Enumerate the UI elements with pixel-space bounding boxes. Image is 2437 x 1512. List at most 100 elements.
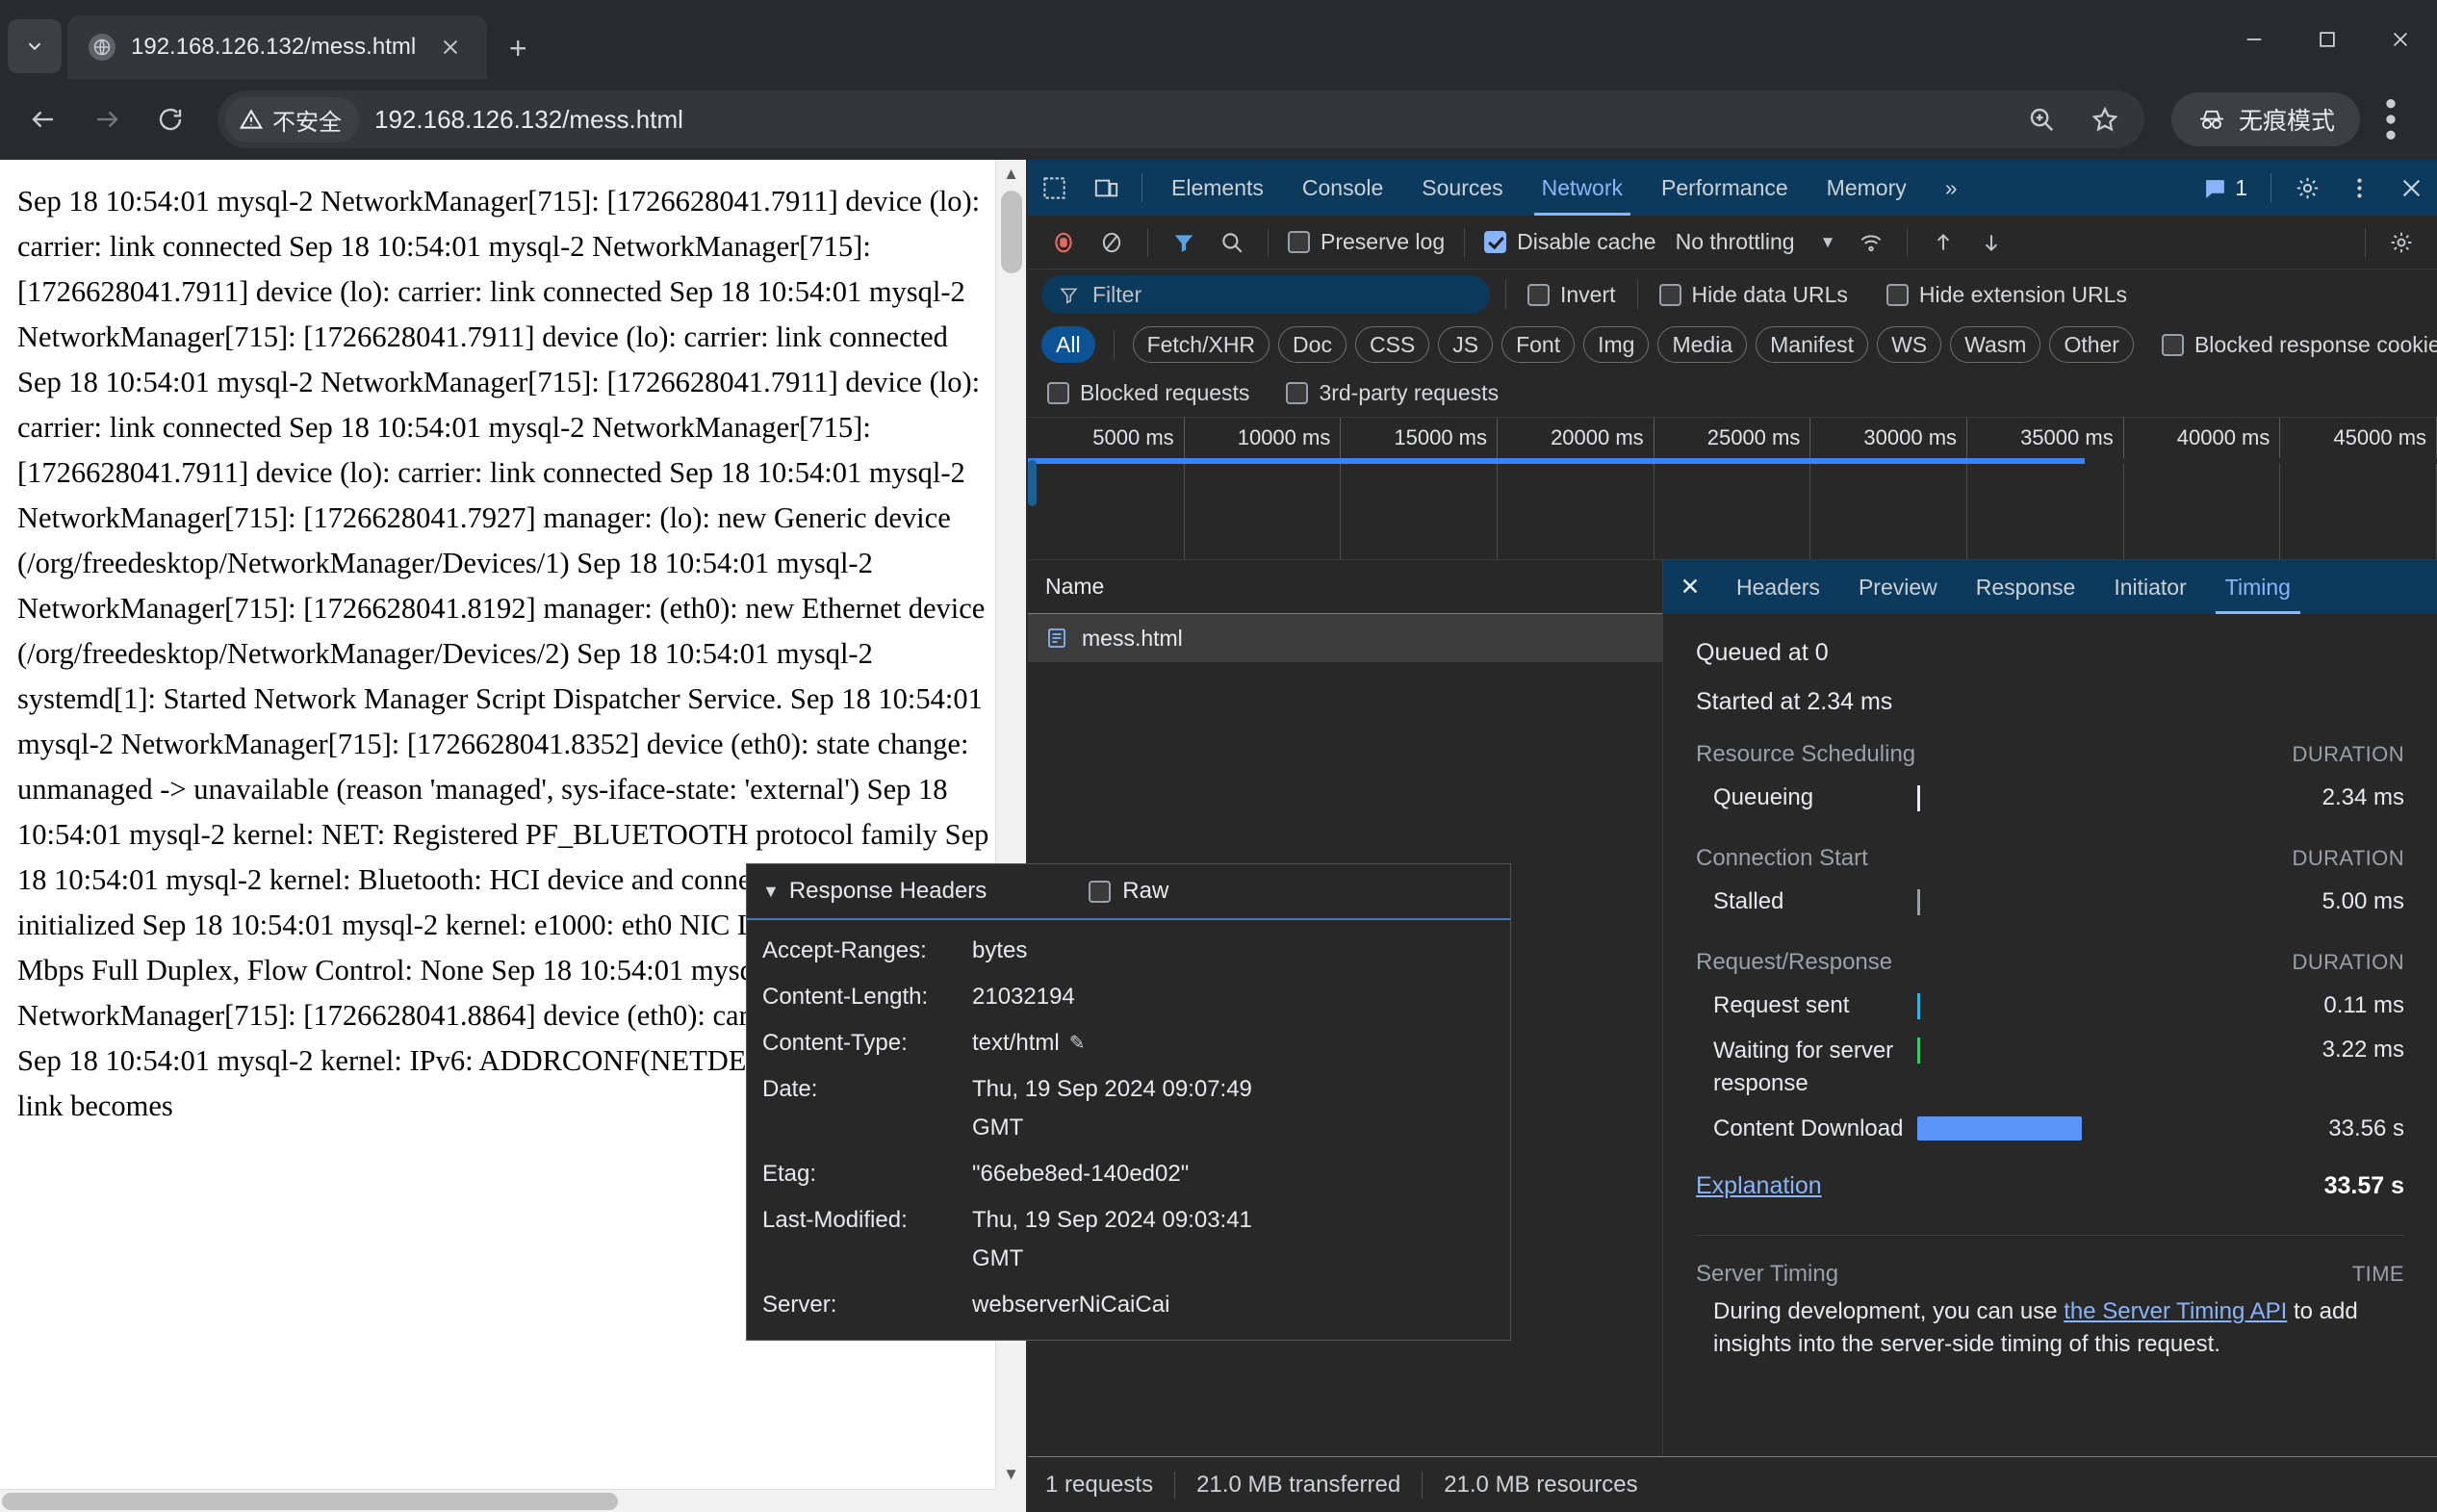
kebab-menu-icon[interactable] — [2333, 160, 2385, 216]
maximize-icon[interactable] — [2291, 0, 2364, 79]
close-icon[interactable]: ✕ — [1663, 560, 1717, 614]
server-timing-note-before: During development, you can use — [1713, 1298, 2064, 1324]
type-filter-img[interactable]: Img — [1583, 326, 1649, 363]
preserve-log-checkbox[interactable]: Preserve log — [1282, 229, 1450, 255]
timeline-tick: 25000 ms — [1655, 418, 1811, 458]
detail-tab-initiator[interactable]: Initiator — [2094, 560, 2205, 614]
vertical-scroll-thumb[interactable] — [1001, 191, 1022, 273]
clear-circle-slash-icon[interactable] — [1090, 220, 1134, 265]
third-party-requests-checkbox[interactable]: 3rd-party requests — [1280, 380, 1504, 406]
search-icon[interactable] — [1210, 220, 1254, 265]
address-bar[interactable]: 不安全 192.168.126.132/mess.html — [218, 90, 2144, 148]
close-icon[interactable] — [2364, 0, 2437, 79]
minimize-icon[interactable] — [2218, 0, 2291, 79]
back-arrow-icon[interactable] — [13, 90, 73, 149]
page-horizontal-scrollbar[interactable] — [0, 1489, 995, 1512]
devtools-tab-network[interactable]: Network — [1523, 160, 1642, 216]
type-filter-font[interactable]: Font — [1501, 326, 1575, 363]
reload-icon[interactable] — [141, 90, 200, 149]
devtools-tab-console[interactable]: Console — [1283, 160, 1402, 216]
server-timing-note: During development, you can use the Serv… — [1696, 1295, 2404, 1361]
blocked-requests-checkbox[interactable]: Blocked requests — [1041, 380, 1255, 406]
detail-tab-response[interactable]: Response — [1957, 560, 2095, 614]
server-timing-api-link[interactable]: the Server Timing API — [2064, 1298, 2287, 1324]
timeline-tick: 30000 ms — [1810, 418, 1967, 458]
request-row-mess-html[interactable]: mess.html — [1028, 614, 1662, 662]
type-filter-manifest[interactable]: Manifest — [1756, 326, 1868, 363]
type-filter-fetch-xhr[interactable]: Fetch/XHR — [1133, 326, 1270, 363]
inspect-element-icon[interactable] — [1028, 160, 1080, 216]
checkbox-box — [1886, 284, 1909, 306]
forward-arrow-icon[interactable] — [77, 90, 137, 149]
divider — [1505, 280, 1506, 309]
type-filter-wasm[interactable]: Wasm — [1950, 326, 2040, 363]
timing-panel: Queued at 0 Started at 2.34 ms Resource … — [1663, 614, 2437, 1456]
pencil-edit-icon[interactable]: ✎ — [1069, 1024, 1086, 1063]
record-stop-icon[interactable] — [1041, 220, 1086, 265]
device-toolbar-icon[interactable] — [1080, 160, 1132, 216]
blocked-response-cookies-checkbox[interactable]: Blocked response cookies — [2156, 332, 2437, 358]
chevrons-right-icon[interactable]: » — [1926, 160, 1977, 216]
type-filter-js[interactable]: JS — [1438, 326, 1493, 363]
throttling-select[interactable]: No throttling ▼ — [1666, 229, 1846, 255]
raw-checkbox[interactable]: Raw — [1089, 878, 1168, 905]
download-arrow-icon[interactable] — [1969, 220, 2014, 265]
filter-input[interactable]: Filter — [1041, 275, 1490, 314]
network-settings-gear-icon[interactable] — [2379, 220, 2424, 265]
hide-data-urls-checkbox[interactable]: Hide data URLs — [1654, 282, 1854, 308]
devtools-tab-performance[interactable]: Performance — [1642, 160, 1808, 216]
kebab-menu-icon[interactable] — [2364, 90, 2418, 149]
scroll-up-arrow-icon[interactable]: ▲ — [996, 160, 1026, 189]
header-key: Etag: — [762, 1155, 972, 1193]
type-filter-media[interactable]: Media — [1657, 326, 1747, 363]
network-filter-bar: Filter Invert Hide data URLs Hide extens… — [1028, 269, 2437, 320]
detail-tab-preview[interactable]: Preview — [1839, 560, 1957, 614]
scroll-down-arrow-icon[interactable]: ▼ — [996, 1460, 1026, 1489]
gear-icon[interactable] — [2281, 160, 2333, 216]
triangle-down-icon[interactable]: ▼ — [762, 882, 780, 902]
header-key: Last-Modified: — [762, 1201, 972, 1278]
detail-tab-headers[interactable]: Headers — [1717, 560, 1839, 614]
funnel-icon — [1059, 285, 1079, 305]
disable-cache-checkbox[interactable]: Disable cache — [1478, 229, 1661, 255]
funnel-icon[interactable] — [1162, 220, 1206, 265]
type-filter-other[interactable]: Other — [2049, 326, 2134, 363]
upload-arrow-icon[interactable] — [1921, 220, 1965, 265]
type-filter-all[interactable]: All — [1041, 326, 1095, 363]
invert-checkbox[interactable]: Invert — [1522, 282, 1622, 308]
timeline-tick: 45000 ms — [2280, 418, 2437, 458]
new-tab-button[interactable]: + — [499, 29, 537, 67]
type-filter-css[interactable]: CSS — [1355, 326, 1429, 363]
security-badge[interactable]: 不安全 — [225, 97, 359, 142]
network-status-bar: 1 requests 21.0 MB transferred 21.0 MB r… — [1028, 1456, 2437, 1512]
close-icon[interactable] — [2385, 160, 2437, 216]
devtools-tab-elements[interactable]: Elements — [1152, 160, 1283, 216]
tab-search-button[interactable] — [8, 19, 62, 73]
explanation-link[interactable]: Explanation — [1696, 1172, 1822, 1200]
devtools-tab-sources[interactable]: Sources — [1402, 160, 1522, 216]
console-message-count[interactable]: 1 — [2190, 160, 2261, 216]
type-filter-doc[interactable]: Doc — [1278, 326, 1347, 363]
preserve-log-label: Preserve log — [1321, 229, 1445, 255]
incognito-indicator[interactable]: 无痕模式 — [2171, 92, 2360, 146]
star-icon[interactable] — [2075, 90, 2135, 149]
hide-extension-urls-checkbox[interactable]: Hide extension URLs — [1881, 282, 2133, 308]
close-icon[interactable] — [431, 28, 470, 66]
wifi-settings-icon[interactable] — [1849, 220, 1893, 265]
window-controls — [2218, 0, 2437, 79]
response-headers-title: Response Headers — [789, 878, 987, 905]
detail-tab-timing[interactable]: Timing — [2206, 560, 2310, 614]
network-timeline-overview[interactable]: 5000 ms 10000 ms 15000 ms 20000 ms 25000… — [1028, 418, 2437, 560]
request-list-header[interactable]: Name — [1028, 560, 1662, 614]
type-filter-ws[interactable]: WS — [1877, 326, 1941, 363]
timeline-range-handle[interactable] — [1028, 460, 1037, 506]
timing-group-resource-scheduling: Resource Scheduling DURATION — [1696, 741, 2404, 768]
response-headers-title-row[interactable]: ▼ Response Headers Raw — [747, 864, 1510, 920]
checkbox-box — [1047, 382, 1069, 404]
zoom-in-icon[interactable] — [2012, 90, 2071, 149]
divider — [1268, 228, 1269, 257]
timeline-grid — [1028, 464, 2437, 559]
horizontal-scroll-thumb[interactable] — [2, 1493, 618, 1510]
browser-tab[interactable]: 192.168.126.132/mess.html — [67, 15, 487, 79]
devtools-tab-memory[interactable]: Memory — [1808, 160, 1926, 216]
